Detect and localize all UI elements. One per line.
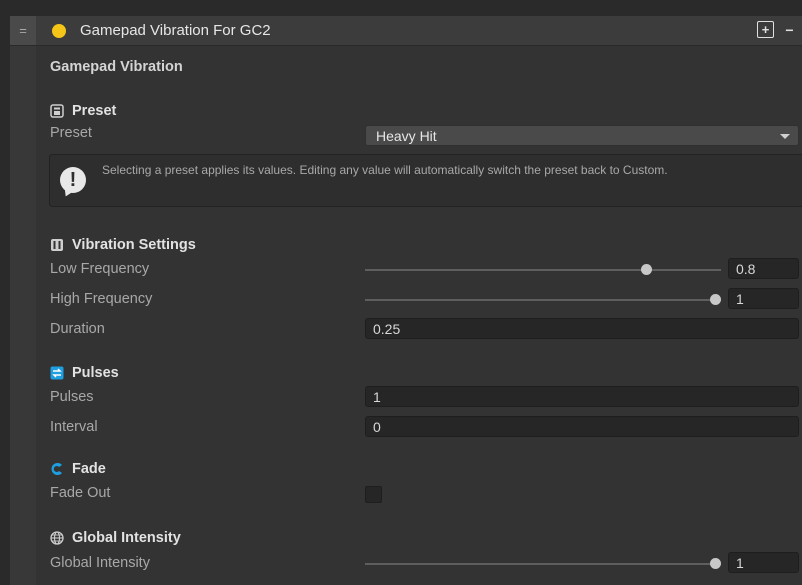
preset-info-box: ! Selecting a preset applies its values.… — [49, 154, 802, 207]
low-frequency-slider-thumb[interactable] — [640, 264, 652, 275]
section-preset: Preset — [50, 103, 116, 119]
component-title: Gamepad Vibration — [50, 59, 183, 75]
section-preset-title: Preset — [72, 103, 117, 119]
preset-label: Preset — [50, 125, 92, 141]
chevron-down-icon — [780, 134, 790, 139]
global-intensity-input[interactable]: 1 — [728, 552, 799, 573]
global-intensity-slider-thumb[interactable] — [709, 558, 721, 569]
global-intensity-label: Global Intensity — [50, 555, 150, 571]
pulses-input[interactable]: 1 — [365, 386, 799, 407]
preset-info-text: Selecting a preset applies its values. E… — [102, 163, 668, 177]
high-frequency-label: High Frequency — [50, 291, 153, 307]
section-pulses-title: Pulses — [72, 365, 119, 381]
fade-icon — [50, 462, 64, 476]
high-frequency-slider-track[interactable] — [365, 299, 721, 301]
high-frequency-slider-thumb[interactable] — [709, 294, 721, 305]
pulses-icon — [50, 366, 64, 380]
low-frequency-label: Low Frequency — [50, 261, 150, 277]
fade-out-label: Fade Out — [50, 485, 111, 501]
component-body: Gamepad Vibration Preset Preset Heavy Hi… — [36, 46, 802, 585]
add-button[interactable]: + — [757, 21, 774, 38]
interval-label: Interval — [50, 419, 98, 435]
info-icon: ! — [60, 167, 86, 193]
section-global-intensity-title: Global Intensity — [72, 530, 181, 546]
section-global-intensity: Global Intensity — [50, 530, 181, 546]
status-dot-icon — [52, 24, 66, 38]
section-vibration-title: Vibration Settings — [72, 237, 196, 253]
component-header[interactable]: = Gamepad Vibration For GC2 + − — [10, 16, 802, 46]
interval-input[interactable]: 0 — [365, 416, 799, 437]
component-header-title: Gamepad Vibration For GC2 — [80, 22, 271, 39]
fade-out-checkbox[interactable] — [365, 486, 382, 503]
section-pulses: Pulses — [50, 365, 119, 381]
low-frequency-slider-track[interactable] — [365, 269, 721, 271]
drag-handle-icon[interactable]: = — [10, 16, 36, 45]
vibration-icon — [50, 238, 64, 252]
section-fade-title: Fade — [72, 461, 106, 477]
high-frequency-input[interactable]: 1 — [728, 288, 799, 309]
duration-input[interactable]: 0.25 — [365, 318, 799, 339]
component-panel: = Gamepad Vibration For GC2 + − Gamepad … — [10, 16, 802, 585]
duration-label: Duration — [50, 321, 105, 337]
pulses-label: Pulses — [50, 389, 94, 405]
preset-icon — [50, 104, 64, 118]
global-intensity-slider-track[interactable] — [365, 563, 721, 565]
low-frequency-input[interactable]: 0.8 — [728, 258, 799, 279]
section-fade: Fade — [50, 461, 106, 477]
preset-dropdown-value: Heavy Hit — [376, 128, 437, 144]
section-vibration-settings: Vibration Settings — [50, 237, 196, 253]
preset-dropdown[interactable]: Heavy Hit — [365, 125, 799, 146]
globe-icon — [50, 531, 64, 545]
remove-button[interactable]: − — [781, 21, 798, 38]
